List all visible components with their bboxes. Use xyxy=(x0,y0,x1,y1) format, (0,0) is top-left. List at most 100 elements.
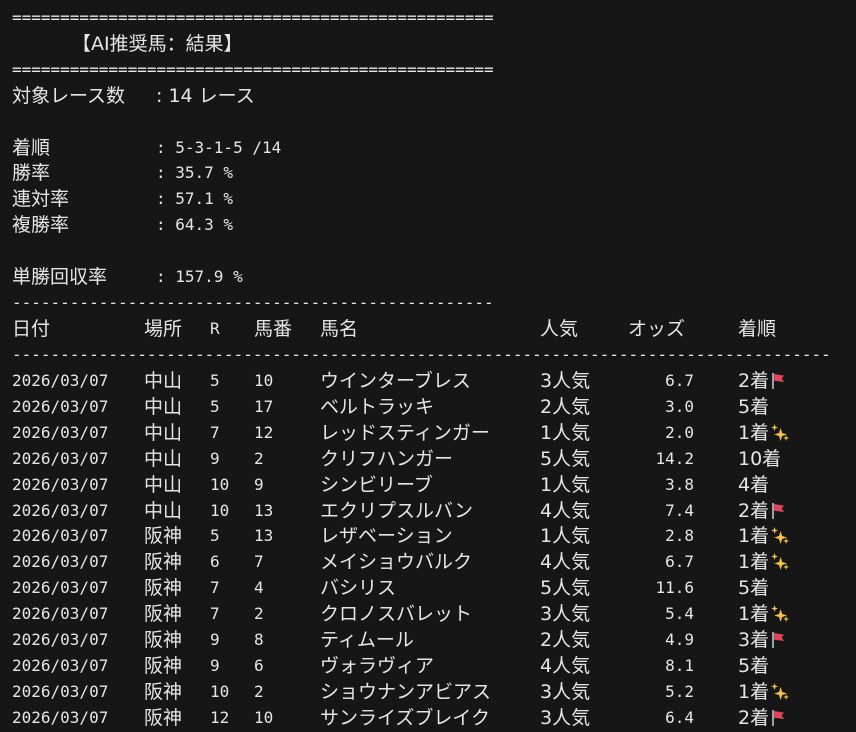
cell-popularity: 3人気 xyxy=(540,603,591,625)
cell-popularity: 5人気 xyxy=(540,577,591,599)
cell-horse-no: 2 xyxy=(254,682,264,701)
finish-text: 1着 xyxy=(738,551,770,573)
finish-text: 3着 xyxy=(738,629,770,651)
cell-horse-no: 2 xyxy=(254,449,264,468)
cell-race: 7 xyxy=(210,578,220,597)
cell-popularity: 3人気 xyxy=(540,370,591,392)
sparkle-star xyxy=(783,694,790,700)
finish-text: 2着 xyxy=(738,707,770,729)
header-rule-top: ========================================… xyxy=(12,8,494,27)
cell-venue: 阪神 xyxy=(144,577,183,599)
win-rate-label: 勝率 xyxy=(12,162,51,184)
cell-horse-name: クリフハンガー xyxy=(320,448,454,470)
cell-race: 5 xyxy=(210,526,220,545)
sparkle-star xyxy=(774,428,788,441)
sparkle-icon xyxy=(771,424,790,442)
cell-race: 10 xyxy=(210,682,230,701)
cell-odds: 14.2 xyxy=(655,449,694,468)
flag-icon xyxy=(771,710,785,726)
cell-venue: 中山 xyxy=(144,370,183,392)
cell-popularity: 2人気 xyxy=(540,396,591,418)
finish-text: 1着 xyxy=(738,681,770,703)
cell-odds: 6.7 xyxy=(665,552,694,571)
cell-odds: 8.1 xyxy=(665,656,694,675)
place-rate-value: : 64.3 % xyxy=(156,215,234,234)
cell-venue: 中山 xyxy=(144,448,183,470)
cell-finish: 1着 xyxy=(738,551,790,573)
cell-date: 2026/03/07 xyxy=(12,501,109,520)
cell-horse-name: ヴォラヴィア xyxy=(320,655,435,677)
cell-date: 2026/03/07 xyxy=(12,371,109,390)
cell-finish: 5着 xyxy=(738,577,769,599)
cell-horse-no: 6 xyxy=(254,656,264,675)
col-header-odds: オッズ xyxy=(628,318,686,340)
order-label: 着順 xyxy=(12,137,51,159)
cell-finish: 1着 xyxy=(738,681,790,703)
cell-date: 2026/03/07 xyxy=(12,397,109,416)
finish-text: 5着 xyxy=(738,655,770,677)
cell-finish: 4着 xyxy=(738,474,769,496)
cell-horse-no: 2 xyxy=(254,604,264,623)
cell-date: 2026/03/07 xyxy=(12,682,109,701)
cell-race: 7 xyxy=(210,604,220,623)
place-rate-label: 複勝率 xyxy=(12,214,70,236)
cell-popularity: 1人気 xyxy=(540,474,591,496)
sparkle-star xyxy=(774,531,788,544)
cell-venue: 中山 xyxy=(144,396,183,418)
flag-icon xyxy=(771,503,785,519)
cell-race: 5 xyxy=(210,397,220,416)
finish-text: 10着 xyxy=(738,448,782,470)
cell-odds: 7.4 xyxy=(665,501,694,520)
finish-text: 4着 xyxy=(738,474,770,496)
cell-venue: 阪神 xyxy=(144,603,183,625)
cell-popularity: 5人気 xyxy=(540,448,591,470)
cell-date: 2026/03/07 xyxy=(12,656,109,675)
cell-popularity: 1人気 xyxy=(540,525,591,547)
cell-horse-name: ティムール xyxy=(320,629,414,651)
cell-horse-name: レザベーション xyxy=(320,525,453,547)
cell-horse-name: ベルトラッキ xyxy=(320,396,435,418)
sparkle-icon xyxy=(771,605,790,623)
cell-horse-no: 13 xyxy=(254,501,274,520)
cell-date: 2026/03/07 xyxy=(12,526,109,545)
cell-date: 2026/03/07 xyxy=(12,449,109,468)
sparkle-star xyxy=(783,616,790,622)
cell-venue: 阪神 xyxy=(144,629,183,651)
cell-odds: 3.0 xyxy=(665,397,694,416)
flag-icon xyxy=(771,373,785,389)
cell-race: 5 xyxy=(210,371,220,390)
cell-date: 2026/03/07 xyxy=(12,578,109,597)
cell-popularity: 2人気 xyxy=(540,629,591,651)
quinella-rate-value: : 57.1 % xyxy=(156,189,234,208)
cell-race: 9 xyxy=(210,449,220,468)
sparkle-star xyxy=(783,564,790,570)
cell-finish: 3着 xyxy=(738,629,785,651)
cell-horse-no: 4 xyxy=(254,578,264,597)
cell-finish: 2着 xyxy=(738,500,785,522)
cell-horse-no: 10 xyxy=(254,708,274,727)
cell-venue: 中山 xyxy=(144,500,183,522)
sparkle-star xyxy=(774,557,788,570)
finish-text: 1着 xyxy=(738,603,770,625)
header-rule-bottom: ========================================… xyxy=(12,60,494,79)
sparkle-star xyxy=(771,527,779,534)
col-header-finish: 着順 xyxy=(738,318,777,340)
sparkle-icon xyxy=(771,553,790,571)
finish-text: 5着 xyxy=(738,577,770,599)
col-header-horse-no: 馬番 xyxy=(254,318,293,340)
cell-popularity: 1人気 xyxy=(540,422,591,444)
sparkle-star xyxy=(771,553,779,560)
cell-horse-name: ショウナンアビアス xyxy=(320,681,492,703)
cell-race: 10 xyxy=(210,475,230,494)
cell-horse-name: サンライズブレイク xyxy=(320,707,491,729)
roi-label: 単勝回収率 xyxy=(12,266,108,288)
cell-finish: 1着 xyxy=(738,525,790,547)
cell-finish: 5着 xyxy=(738,655,769,677)
cell-finish: 1着 xyxy=(738,603,790,625)
cell-horse-no: 12 xyxy=(254,423,274,442)
cell-horse-no: 10 xyxy=(254,371,274,390)
col-header-race: R xyxy=(210,319,220,338)
cell-venue: 中山 xyxy=(144,474,183,496)
quinella-rate-label: 連対率 xyxy=(12,188,70,210)
cell-race: 9 xyxy=(210,656,220,675)
